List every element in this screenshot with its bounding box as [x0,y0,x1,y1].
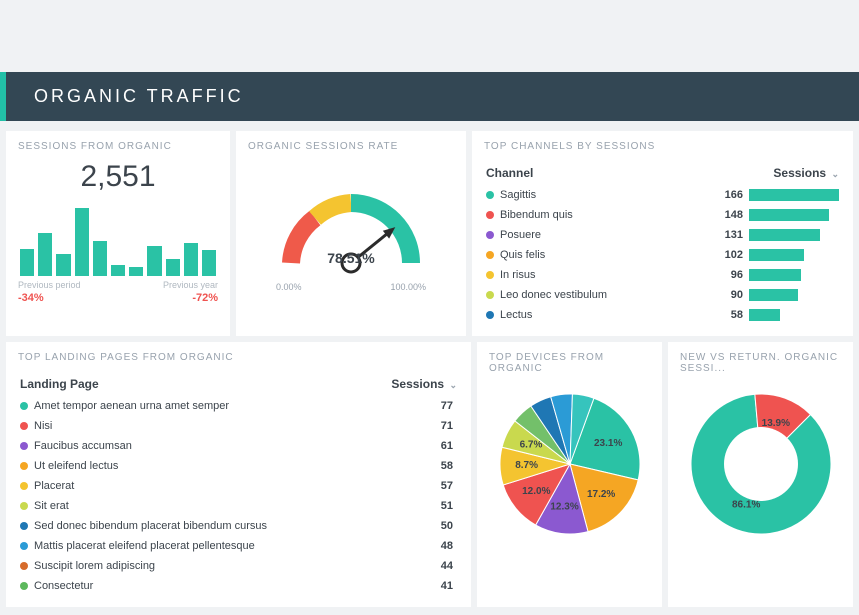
bar [184,243,198,276]
devices-pie: 23.1% 17.2% 12.3%12.0% 8.7% 6.7% [490,384,650,544]
col-landing: Landing Page [20,373,364,395]
prev-period: Previous period -34% [18,280,81,304]
bar [20,249,34,276]
table-row[interactable]: Amet tempor aenean urna amet semper77 [20,397,457,415]
card-landing: TOP LANDING PAGES FROM ORGANIC Landing P… [6,342,471,607]
table-row[interactable]: Faucibus accumsan61 [20,437,457,455]
bar [202,250,216,276]
pie-label: 12.0% [522,486,550,497]
pie-label: 6.7% [519,440,542,451]
table-row[interactable]: Posuere131 [486,226,839,244]
table-row[interactable]: Suscipit lorem adipiscing44 [20,557,457,575]
series-dot [20,542,28,550]
col-sessions-sort[interactable]: Sessions ⌄ [366,373,457,395]
card-title: TOP LANDING PAGES FROM ORGANIC [18,352,459,363]
col-sessions-sort[interactable]: Sessions ⌄ [707,162,839,184]
series-dot [20,482,28,490]
table-row[interactable]: Sagittis166 [486,186,839,204]
bar [147,246,161,276]
sessions-value: 2,551 [18,160,218,194]
hbar [749,229,820,241]
hbar [749,269,801,281]
series-dot [486,191,494,199]
card-title: TOP DEVICES FROM ORGANIC [489,352,650,374]
bar [166,259,180,276]
series-dot [486,291,494,299]
series-dot [20,582,28,590]
series-dot [486,311,494,319]
chevron-down-icon: ⌄ [831,169,839,179]
col-channel: Channel [486,162,705,184]
table-row[interactable]: Ut eleifend lectus58 [20,457,457,475]
hbar [749,189,839,201]
hbar [749,209,829,221]
card-title: ORGANIC SESSIONS RATE [248,141,454,152]
table-row[interactable]: Leo donec vestibulum90 [486,286,839,304]
table-row[interactable]: Mattis placerat eleifend placerat pellen… [20,537,457,555]
bar [38,233,52,276]
series-dot [486,271,494,279]
card-newret: NEW VS RETURN. ORGANIC SESSI... 86.1%13.… [668,342,853,607]
card-title: NEW VS RETURN. ORGANIC SESSI... [680,352,841,374]
pie-label: 12.3% [550,502,578,513]
series-dot [20,402,28,410]
card-devices: TOP DEVICES FROM ORGANIC 23.1% 17.2% 12.3%… [477,342,662,607]
card-sessions: SESSIONS FROM ORGANIC 2,551 Previous per… [6,131,230,336]
pie-label: 8.7% [515,460,538,471]
table-row[interactable]: Bibendum quis148 [486,206,839,224]
donut-hole [724,427,798,501]
channels-table: Channel Sessions ⌄ Sagittis166 Bibendum q… [484,160,841,326]
pie-label: 86.1% [731,499,759,510]
card-title: TOP CHANNELS BY SESSIONS [484,141,841,152]
prev-year: Previous year -72% [163,280,218,304]
table-row[interactable]: Quis felis102 [486,246,839,264]
series-dot [20,502,28,510]
series-dot [20,442,28,450]
newret-donut: 86.1%13.9% [681,384,841,544]
table-row[interactable]: In risus96 [486,266,839,284]
series-dot [20,462,28,470]
bar [129,267,143,276]
chevron-down-icon: ⌄ [449,380,457,390]
series-dot [486,251,494,259]
landing-table: Landing Page Sessions ⌄ Amet tempor aene… [18,371,459,597]
hbar [749,309,780,321]
bar [75,208,89,276]
series-dot [486,231,494,239]
hbar [749,289,798,301]
table-row[interactable]: Nisi71 [20,417,457,435]
pie-label: 23.1% [593,438,621,449]
card-gauge: ORGANIC SESSIONS RATE 78.51% 0.00% 100.0… [236,131,466,336]
table-row[interactable]: Placerat57 [20,477,457,495]
gauge-max: 100.00% [390,282,426,292]
hbar [749,249,804,261]
series-dot [20,562,28,570]
card-channels: TOP CHANNELS BY SESSIONS Channel Session… [472,131,853,336]
bar [111,265,125,276]
gauge-min: 0.00% [276,282,302,292]
series-dot [486,211,494,219]
gauge-chart: 78.51% [266,168,436,278]
series-dot [20,522,28,530]
page-header: ORGANIC TRAFFIC [0,72,859,121]
bar [56,254,70,276]
series-dot [20,422,28,430]
sessions-sparkline [18,204,218,276]
gauge-value: 78.51% [327,250,374,266]
card-title: SESSIONS FROM ORGANIC [18,141,218,152]
table-row[interactable]: Sit erat51 [20,497,457,515]
table-row[interactable]: Consectetur41 [20,577,457,595]
pie-label: 17.2% [586,489,614,500]
bar [93,241,107,276]
table-row[interactable]: Sed donec bibendum placerat bibendum cur… [20,517,457,535]
page-title: ORGANIC TRAFFIC [34,86,244,106]
table-row[interactable]: Lectus58 [486,306,839,324]
